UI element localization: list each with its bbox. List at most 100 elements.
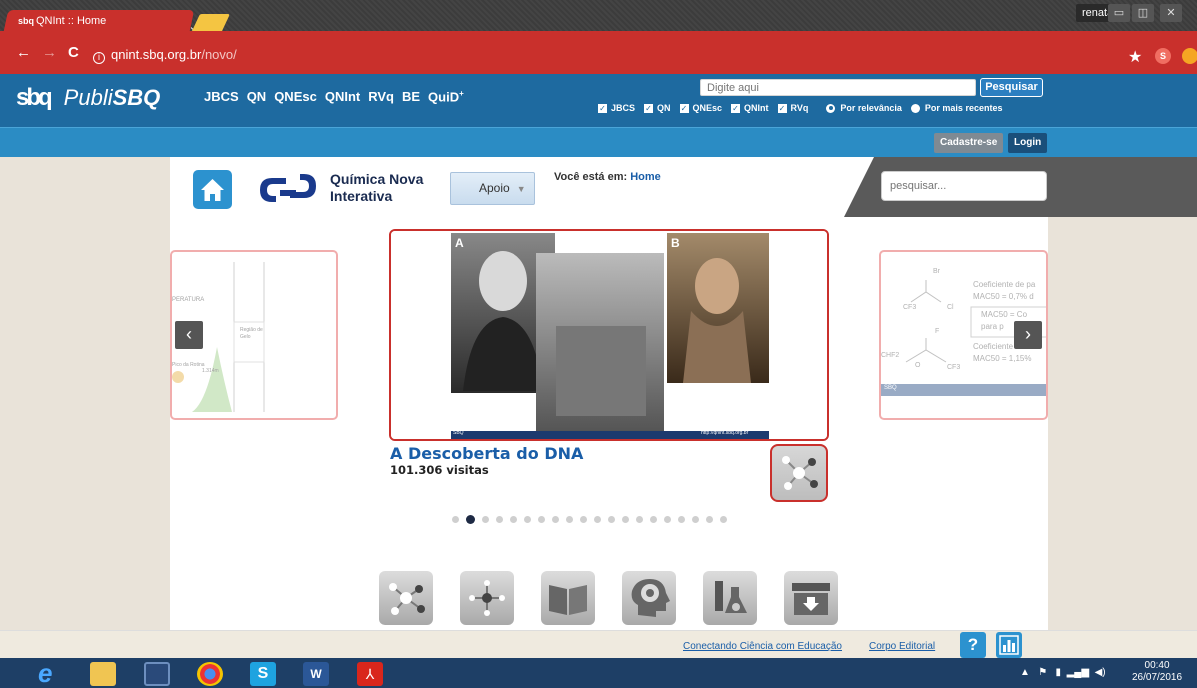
carousel-dot[interactable] [622, 516, 629, 523]
carousel-dot[interactable] [650, 516, 657, 523]
word-icon[interactable]: W [303, 662, 329, 686]
carousel-dot[interactable] [482, 516, 489, 523]
carousel-dot[interactable] [580, 516, 587, 523]
carousel-dot[interactable] [720, 516, 727, 523]
left-card-text: Gelo [240, 334, 251, 340]
carousel-dot[interactable] [706, 516, 713, 523]
carousel-dot[interactable] [636, 516, 643, 523]
acrobat-icon[interactable]: ⅄ [357, 662, 383, 686]
taskbar-clock[interactable]: 00:40 26/07/2016 [1132, 660, 1182, 684]
maximize-button[interactable]: ◫ [1132, 4, 1154, 22]
carousel-dot[interactable] [552, 516, 559, 523]
apoio-dropdown[interactable]: Apoio ▼ [450, 172, 535, 205]
link-be[interactable]: BE [402, 89, 420, 104]
publisbq-search-button[interactable]: Pesquisar [980, 78, 1043, 97]
link-qn[interactable]: QN [247, 89, 267, 104]
carousel-dot[interactable] [692, 516, 699, 523]
breadcrumb: Você está em: Home [554, 171, 661, 183]
filter-qnint[interactable]: ✓ QNInt [731, 103, 769, 113]
system-tray[interactable]: ▲ ⚑ ▮ ▂▄▆ ◀) [1020, 667, 1106, 678]
browser-tab-content[interactable]: sbq QNInt :: Home × [18, 11, 197, 37]
breadcrumb-home-link[interactable]: Home [630, 171, 661, 183]
atom-structure-icon[interactable] [460, 571, 514, 625]
filter-label: QNEsc [692, 103, 723, 113]
publisbq-logo[interactable]: sbq PubliSBQ [16, 84, 160, 112]
carousel-dot[interactable] [510, 516, 517, 523]
molecule-icon[interactable] [379, 571, 433, 625]
window-close-button[interactable]: ✕ [1160, 4, 1182, 22]
carousel-dot[interactable] [524, 516, 531, 523]
carousel-dot[interactable] [566, 516, 573, 523]
carousel-dot[interactable] [664, 516, 671, 523]
skype-icon[interactable]: S [250, 662, 276, 686]
molecule-icon[interactable] [770, 444, 828, 502]
info-icon[interactable]: i [93, 52, 105, 64]
link-rvq[interactable]: RVq [368, 89, 394, 104]
site-title-line1: Química Nova [330, 171, 424, 187]
internet-explorer-icon[interactable]: e [38, 660, 64, 686]
login-button[interactable]: Login [1008, 133, 1048, 153]
carousel-dot[interactable] [594, 516, 601, 523]
publisbq-header: sbq PubliSBQ JBCS QN QNEsc QNInt RVq BE … [0, 74, 1197, 127]
app-icon[interactable] [144, 662, 170, 686]
carousel-prev-button[interactable]: ‹ [175, 321, 203, 349]
filter-rvq[interactable]: ✓ RVq [777, 103, 808, 113]
reload-icon[interactable]: C [68, 44, 79, 61]
right-card-text: CHF2 [881, 352, 900, 359]
apoio-label: Apoio [479, 181, 510, 195]
image-caption-left: SBQ [453, 430, 464, 436]
header-dark-panel [1048, 157, 1197, 217]
carousel-dot[interactable] [678, 516, 685, 523]
brain-head-icon[interactable] [622, 571, 676, 625]
qnint-logo[interactable]: Química Nova Interativa [256, 170, 423, 206]
carousel-dot[interactable] [538, 516, 545, 523]
lab-flask-icon[interactable] [703, 571, 757, 625]
forward-arrow-icon[interactable]: → [42, 44, 57, 61]
sort-recent-radio[interactable]: Por mais recentes [910, 103, 1002, 113]
radio-unselected-icon [910, 103, 920, 113]
bookmark-star-icon[interactable]: ★ [1128, 47, 1142, 67]
link-qnint[interactable]: QNInt [325, 89, 360, 104]
carousel-dot[interactable] [452, 516, 459, 523]
site-search-input[interactable] [881, 171, 1047, 201]
right-card-text: Cl [947, 304, 954, 311]
sort-relevance-radio[interactable]: Por relevância [826, 103, 902, 113]
chrome-icon[interactable] [197, 662, 223, 686]
book-icon[interactable] [541, 571, 595, 625]
register-button[interactable]: Cadastre-se [934, 133, 1004, 153]
file-explorer-icon[interactable] [90, 662, 116, 686]
link-qnesc[interactable]: QNEsc [274, 89, 317, 104]
filter-qn[interactable]: ✓ QN [644, 103, 671, 113]
sbq-favicon-icon: sbq [18, 16, 35, 26]
download-box-icon[interactable] [784, 571, 838, 625]
article-title-link[interactable]: A Descoberta do DNA [390, 444, 583, 463]
right-card-text: CF3 [903, 304, 917, 311]
publisbq-search-input[interactable] [700, 79, 976, 96]
browser-toolbar: ← → C i qnint.sbq.org.br/novo/ [0, 31, 1197, 74]
carousel-dot[interactable] [608, 516, 615, 523]
home-icon[interactable] [193, 170, 232, 209]
right-card-text: Coeficiente de pa [973, 280, 1036, 289]
filter-qnesc[interactable]: ✓ QNEsc [679, 103, 723, 113]
site-title: Química Nova Interativa [330, 171, 423, 205]
help-button[interactable]: ? [960, 632, 986, 658]
link-quid[interactable]: QuiD+ [428, 89, 464, 104]
address-bar[interactable]: i qnint.sbq.org.br/novo/ [93, 45, 1115, 65]
skype-extension-icon[interactable]: S [1155, 48, 1171, 64]
minimize-button[interactable]: ▭ [1108, 4, 1130, 22]
carousel-next-button[interactable]: › [1014, 321, 1042, 349]
footer-link-conectando[interactable]: Conectando Ciência com Educação [683, 641, 842, 652]
footer-link-corpo-editorial[interactable]: Corpo Editorial [869, 641, 935, 652]
breadcrumb-label: Você está em: [554, 171, 631, 183]
carousel-dot[interactable] [466, 515, 475, 524]
carousel-card-main[interactable]: A B SBQ http://qnint.sbq.org.br [389, 229, 829, 441]
left-card-text: Pico da Rotina [172, 362, 205, 368]
extension-icon[interactable] [1182, 48, 1197, 64]
back-arrow-icon[interactable]: ← [16, 44, 31, 61]
left-card-text: PERATURA [172, 297, 205, 303]
link-jbcs[interactable]: JBCS [204, 89, 239, 104]
image-label-b: B [671, 236, 680, 250]
statistics-chart-icon[interactable] [996, 632, 1022, 658]
carousel-dot[interactable] [496, 516, 503, 523]
filter-jbcs[interactable]: ✓ JBCS [598, 103, 635, 113]
